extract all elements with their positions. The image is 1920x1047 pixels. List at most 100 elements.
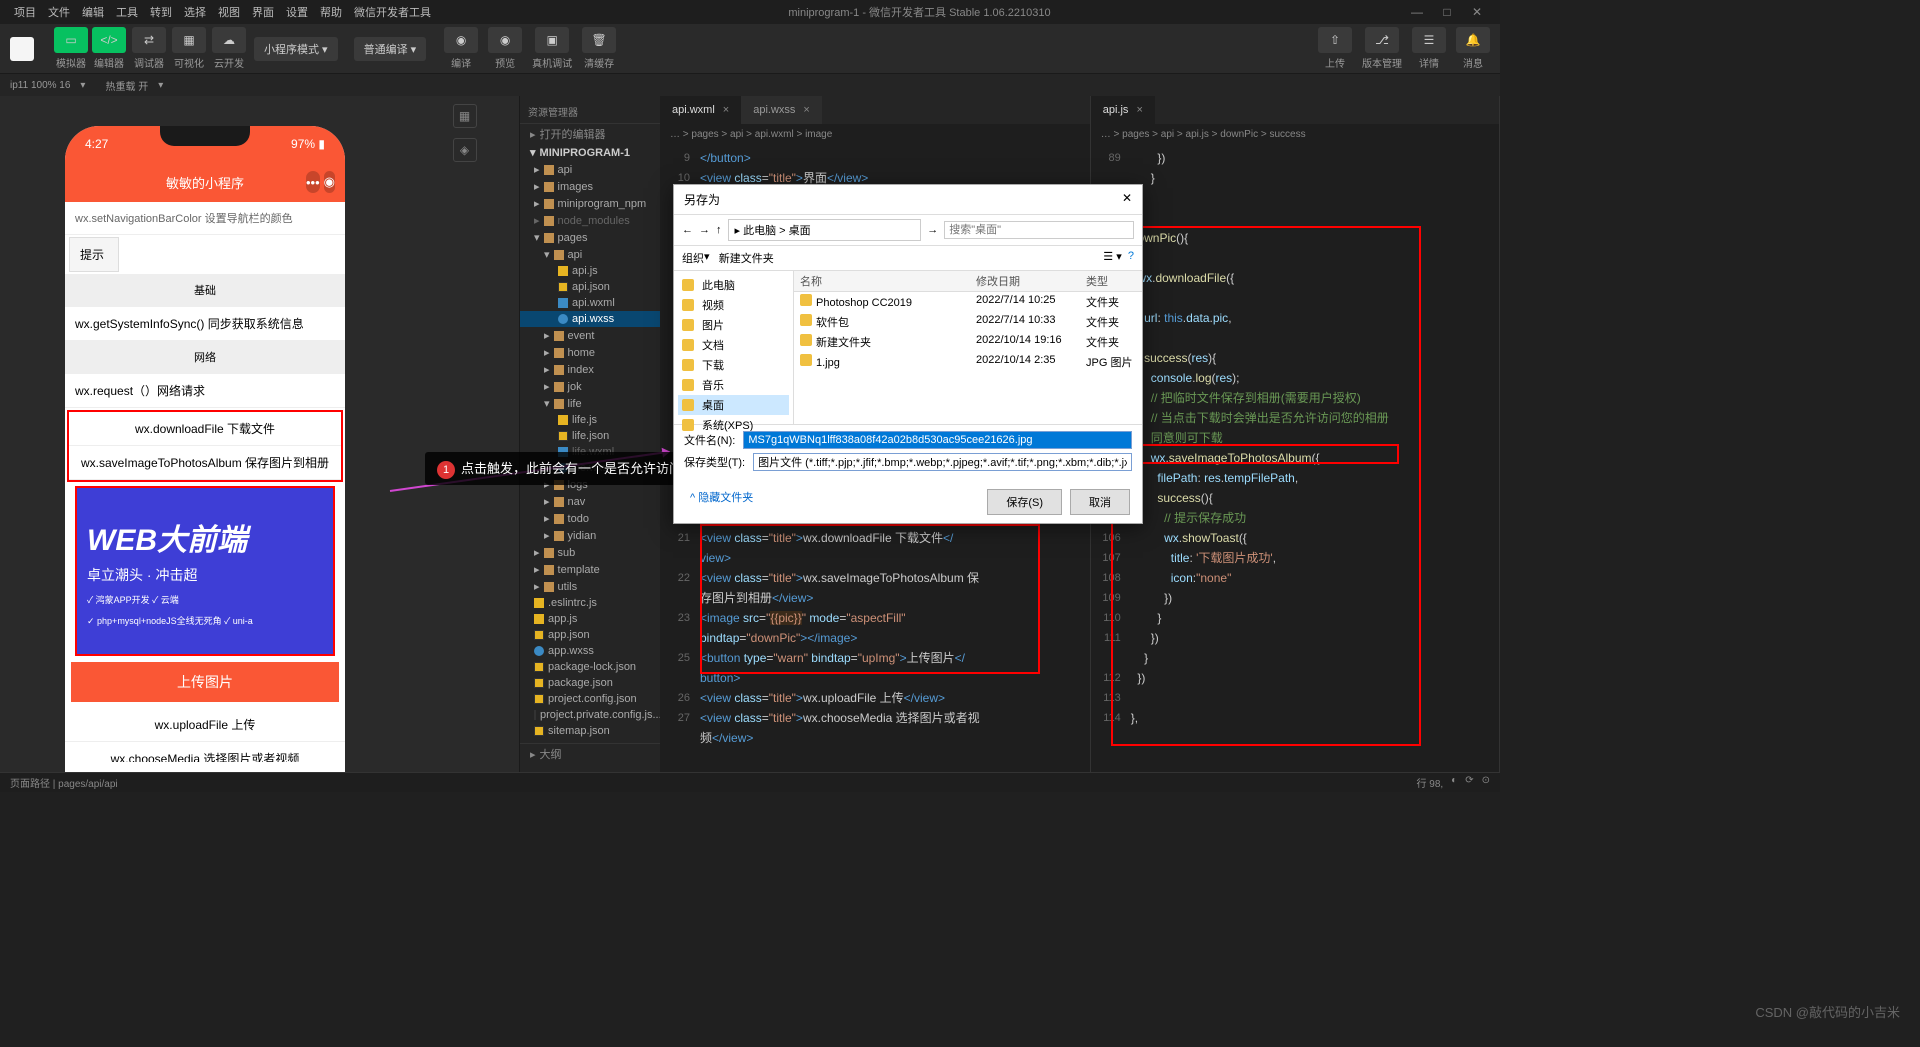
tree-item[interactable]: ▸ template	[520, 561, 660, 578]
close-icon[interactable]: ×	[1136, 104, 1142, 116]
cancel-button[interactable]: 取消	[1070, 489, 1130, 515]
menu-item[interactable]: 项目	[8, 7, 42, 19]
status-icon[interactable]: ⊙	[1482, 775, 1490, 790]
nav-up[interactable]: ↑	[716, 224, 722, 236]
close-icon[interactable]: ×	[723, 104, 729, 116]
dialog-close[interactable]: ✕	[1122, 191, 1132, 208]
col-type[interactable]: 类型	[1086, 273, 1136, 289]
view-icon[interactable]: ☰ ▾	[1103, 250, 1121, 266]
capsule-close[interactable]: ◉	[324, 171, 335, 193]
path-crumb[interactable]: 此电脑 > 桌面	[743, 225, 811, 237]
menu-item[interactable]: 编辑	[76, 7, 110, 19]
debugger-tab[interactable]: ⇄	[132, 27, 166, 53]
side-item[interactable]: 音乐	[678, 375, 789, 395]
tree-item[interactable]: ▸ event	[520, 327, 660, 344]
tree-item[interactable]: ▸ jok	[520, 378, 660, 395]
device-info[interactable]: ip11 100% 16	[10, 80, 70, 91]
tree-item[interactable]: ▸ node_modules	[520, 212, 660, 229]
files-icon[interactable]: ▦	[453, 104, 477, 128]
editor-tab[interactable]: api.wxss×	[741, 96, 822, 124]
hot-reload[interactable]: 热重载 开	[105, 78, 148, 93]
maximize-btn[interactable]: □	[1432, 5, 1462, 19]
menu-item[interactable]: 工具	[110, 7, 144, 19]
version-btn[interactable]: ⎇	[1365, 27, 1399, 53]
visual-tab[interactable]: ▦	[172, 27, 206, 53]
editor-tab[interactable]: api.js×	[1091, 96, 1155, 124]
capsule-menu[interactable]: •••	[306, 171, 320, 193]
search-input[interactable]	[944, 221, 1134, 239]
tree-item[interactable]: .eslintrc.js	[520, 595, 660, 611]
code-editor[interactable]: 89 }) }downPic(){ wx.downloadFile({ url:…	[1091, 144, 1499, 772]
tree-item[interactable]: ▸ sub	[520, 544, 660, 561]
clear-btn[interactable]: 🗑	[582, 27, 616, 53]
cursor-pos[interactable]: 行 98,	[1416, 775, 1443, 790]
tree-item[interactable]: package-lock.json	[520, 659, 660, 675]
tree-item[interactable]: ▸ index	[520, 361, 660, 378]
map-icon[interactable]: ◈	[453, 138, 477, 162]
tree-item[interactable]: ▸ api	[520, 161, 660, 178]
tree-item[interactable]: ▾ life	[520, 395, 660, 412]
tree-item[interactable]: api.js	[520, 263, 660, 279]
nav-back[interactable]: ←	[682, 224, 693, 236]
open-editors-section[interactable]: ▸ 打开的编辑器	[520, 124, 660, 144]
tree-item[interactable]: app.wxss	[520, 643, 660, 659]
tree-item[interactable]: sitemap.json	[520, 723, 660, 739]
tree-item[interactable]: api.wxss	[520, 311, 660, 327]
menu-item[interactable]: 选择	[178, 7, 212, 19]
side-item[interactable]: 视频	[678, 295, 789, 315]
status-icon[interactable]: ⟳	[1465, 775, 1473, 790]
compile-select[interactable]: 普通编译 ▾	[354, 37, 427, 61]
editor-tab[interactable]: api.wxml×	[660, 96, 741, 124]
side-item[interactable]: 图片	[678, 315, 789, 335]
side-item[interactable]: 此电脑	[678, 275, 789, 295]
cloud-tab[interactable]: ☁	[212, 27, 246, 53]
breadcrumb[interactable]: … > pages > api > api.js > downPic > suc…	[1091, 124, 1499, 144]
file-row[interactable]: 软件包2022/7/14 10:33文件夹	[794, 312, 1142, 332]
simulator-tab[interactable]: ▭	[54, 27, 88, 53]
hide-folders[interactable]: 隐藏文件夹	[698, 492, 753, 504]
tree-item[interactable]: ▸ nav	[520, 493, 660, 510]
save-button[interactable]: 保存(S)	[987, 489, 1062, 515]
help-icon[interactable]: ?	[1128, 250, 1134, 266]
project-section[interactable]: ▾ MINIPROGRAM-1	[520, 144, 660, 161]
tree-item[interactable]: life.js	[520, 412, 660, 428]
remote-btn[interactable]: ▣	[535, 27, 569, 53]
tree-item[interactable]: ▾ api	[520, 246, 660, 263]
preview-btn[interactable]: ◉	[488, 27, 522, 53]
outline-section[interactable]: ▸ 大纲	[520, 743, 660, 764]
file-list[interactable]: 名称 修改日期 类型 Photoshop CC20192022/7/14 10:…	[794, 271, 1142, 424]
upload-btn[interactable]: ⇧	[1318, 27, 1352, 53]
editor-tab[interactable]: </>	[92, 27, 126, 53]
upload-image-btn[interactable]: 上传图片	[71, 662, 339, 702]
tree-item[interactable]: ▸ images	[520, 178, 660, 195]
menu-item[interactable]: 视图	[212, 7, 246, 19]
menu-item[interactable]: 微信开发者工具	[348, 7, 437, 19]
mode-select[interactable]: 小程序模式 ▾	[254, 37, 338, 61]
filename-input[interactable]	[743, 431, 1132, 449]
tree-item[interactable]: app.js	[520, 611, 660, 627]
breadcrumb[interactable]: … > pages > api > api.wxml > image	[660, 124, 1090, 144]
menu-item[interactable]: 界面	[246, 7, 280, 19]
menu-item[interactable]: 帮助	[314, 7, 348, 19]
nav-go[interactable]: →	[927, 224, 938, 236]
menu-item[interactable]: 设置	[280, 7, 314, 19]
tree-item[interactable]: ▾ pages	[520, 229, 660, 246]
organize-btn[interactable]: 组织	[682, 250, 704, 266]
side-item[interactable]: 下载	[678, 355, 789, 375]
file-tree[interactable]: 资源管理器 ▸ 打开的编辑器 ▾ MINIPROGRAM-1 ▸ api▸ im…	[520, 96, 660, 772]
tree-item[interactable]: ▸ utils	[520, 578, 660, 595]
dialog-sidebar[interactable]: 此电脑视频图片文档下载音乐桌面系统(XPS)	[674, 271, 794, 424]
status-icon[interactable]: ◐	[1451, 775, 1457, 790]
tree-item[interactable]: project.private.config.js...	[520, 707, 660, 723]
side-item[interactable]: 文档	[678, 335, 789, 355]
tree-item[interactable]: ▸ miniprogram_npm	[520, 195, 660, 212]
page-path[interactable]: 页面路径 | pages/api/api	[10, 775, 118, 790]
tree-item[interactable]: api.wxml	[520, 295, 660, 311]
phone-content[interactable]: wx.setNavigationBarColor 设置导航栏的颜色 提示 基础 …	[65, 202, 345, 762]
nav-fwd[interactable]: →	[699, 224, 710, 236]
col-date[interactable]: 修改日期	[976, 273, 1086, 289]
message-btn[interactable]: 🔔	[1456, 27, 1490, 53]
menu-item[interactable]: 转到	[144, 7, 178, 19]
tree-item[interactable]: project.config.json	[520, 691, 660, 707]
tree-item[interactable]: life.json	[520, 428, 660, 444]
